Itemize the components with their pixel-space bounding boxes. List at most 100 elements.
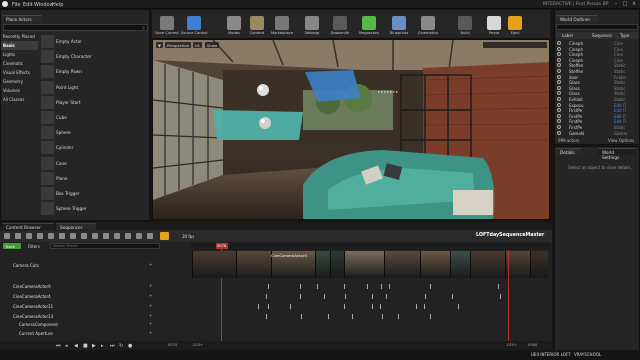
add-key-icon[interactable]: +: [149, 293, 152, 298]
keyframe[interactable]: [324, 294, 325, 299]
visibility-eye-icon[interactable]: [557, 63, 561, 68]
keyframe[interactable]: [458, 304, 459, 309]
track-row[interactable]: CameraComponent +: [1, 320, 161, 329]
shot-thumbnail[interactable]: [530, 251, 548, 278]
sequence-name[interactable]: LOFTdaySequenceMaster: [476, 233, 544, 238]
toolbar-blueprints-button[interactable]: Blueprints: [386, 16, 412, 38]
skip-forward-icon[interactable]: ⏭: [110, 343, 116, 349]
shot-thumbnail[interactable]: [344, 251, 384, 278]
column-type[interactable]: Type: [620, 33, 629, 38]
toolbar-settings-button[interactable]: Settings: [299, 16, 325, 38]
lock-icon[interactable]: [160, 232, 169, 240]
keyframe[interactable]: [382, 314, 383, 319]
column-sequence[interactable]: Sequence: [592, 33, 612, 38]
visibility-eye-icon[interactable]: [557, 97, 561, 101]
tab-world-outliner[interactable]: World Outliner: [556, 15, 598, 22]
frame-icon[interactable]: [125, 233, 131, 239]
keyframe[interactable]: [381, 284, 382, 289]
keyframe[interactable]: [268, 304, 269, 309]
keyframe[interactable]: [344, 284, 345, 289]
track-row[interactable]: CineCameraActor4 +: [1, 292, 161, 301]
shot-thumbnail[interactable]: [420, 251, 450, 278]
visibility-eye-icon[interactable]: [557, 52, 561, 57]
keyframe[interactable]: [380, 304, 381, 309]
reticle-icon[interactable]: [136, 233, 142, 239]
visibility-eye-icon[interactable]: [557, 74, 561, 79]
stop-icon[interactable]: ■: [83, 343, 89, 349]
play-reverse-icon[interactable]: ◀: [74, 343, 80, 349]
category-6[interactable]: Volumes: [1, 86, 38, 95]
visibility-eye-icon[interactable]: [557, 108, 561, 113]
visibility-eye-icon[interactable]: [557, 80, 561, 85]
key-icon[interactable]: [59, 233, 65, 239]
add-key-icon[interactable]: +: [149, 262, 152, 267]
view-options-button[interactable]: View Options: [608, 138, 634, 143]
add-key-icon[interactable]: +: [149, 330, 152, 335]
loop-icon[interactable]: ↻: [119, 343, 125, 349]
visibility-eye-icon[interactable]: [557, 119, 561, 124]
visibility-eye-icon[interactable]: [557, 57, 561, 62]
diamond-icon[interactable]: [70, 233, 76, 239]
place-actors-search-input[interactable]: ⌕: [3, 24, 148, 31]
keyframe[interactable]: [430, 314, 431, 319]
keyframe[interactable]: [258, 304, 259, 309]
camera-icon[interactable]: [26, 233, 32, 239]
column-label[interactable]: Label: [562, 33, 573, 38]
keyframe[interactable]: [268, 284, 269, 289]
unreal-logo-icon[interactable]: [2, 1, 8, 7]
keyframe[interactable]: [345, 294, 346, 299]
menu-window[interactable]: Window: [34, 2, 54, 8]
menu-edit[interactable]: Edit: [23, 2, 33, 8]
timeline-ruler[interactable]: [190, 243, 550, 250]
curve-icon[interactable]: [81, 233, 87, 239]
snap-icon[interactable]: [92, 233, 98, 239]
keyframe[interactable]: [266, 314, 267, 319]
visibility-eye-icon[interactable]: [557, 102, 561, 107]
keyframe[interactable]: [424, 304, 425, 309]
keyframe[interactable]: [372, 294, 373, 299]
settings-icon[interactable]: [147, 233, 153, 239]
viewport-snap-controls[interactable]: [483, 42, 547, 48]
toolbar-save-button[interactable]: Save Current: [154, 16, 180, 38]
tab-content-browser[interactable]: Content Browser: [2, 223, 54, 230]
category-3[interactable]: Cinematic: [1, 59, 38, 68]
keyframe[interactable]: [398, 314, 399, 319]
outliner-row[interactable]: GameN Gamer: [556, 130, 638, 136]
keyframe[interactable]: [416, 304, 417, 309]
track-row[interactable]: Current Aperture +: [1, 329, 161, 338]
shot-thumbnail[interactable]: [470, 251, 505, 278]
end-time[interactable]: -010+: [506, 343, 517, 347]
tab-details[interactable]: Details: [556, 148, 582, 155]
start-frame[interactable]: 0070: [168, 343, 177, 347]
keyframe[interactable]: [372, 304, 373, 309]
loop-icon[interactable]: [103, 233, 109, 239]
keyframe[interactable]: [500, 294, 501, 299]
category-4[interactable]: Visual Effects: [1, 68, 38, 77]
visibility-eye-icon[interactable]: [557, 130, 561, 135]
outliner-search-input[interactable]: [556, 24, 638, 30]
current-frame-marker[interactable]: 0078: [216, 243, 228, 249]
visibility-eye-icon[interactable]: [557, 69, 561, 73]
visibility-eye-icon[interactable]: [557, 91, 561, 96]
toolbar-marketplace-button[interactable]: Marketplace: [269, 16, 295, 38]
shot-thumbnail[interactable]: [330, 251, 344, 278]
keyframe[interactable]: [300, 284, 301, 289]
minimize-icon[interactable]: –: [612, 1, 620, 7]
level-viewport[interactable]: ▼ Perspective Lit Show: [152, 39, 550, 220]
step-back-icon[interactable]: ◂: [65, 343, 71, 349]
shot-thumbnail[interactable]: [315, 251, 330, 278]
toolbar-content-button[interactable]: Content: [244, 16, 270, 38]
keyframe[interactable]: [344, 304, 345, 309]
end-frame[interactable]: 0960: [528, 343, 537, 347]
search-tracks-input[interactable]: Search Tracks: [50, 243, 160, 249]
actor-item[interactable]: Sphere Trigger: [40, 201, 148, 218]
lit-button[interactable]: Lit: [193, 42, 202, 48]
visibility-eye-icon[interactable]: [557, 113, 561, 118]
track-row[interactable]: CineCameraActor9 +: [1, 282, 161, 291]
keyframe[interactable]: [386, 294, 387, 299]
keyframe[interactable]: [301, 314, 302, 319]
visibility-eye-icon[interactable]: [557, 41, 561, 45]
toolbar-eject-button[interactable]: Eject: [502, 16, 528, 38]
step-forward-icon[interactable]: ▸: [101, 343, 107, 349]
shot-thumbnail[interactable]: [236, 251, 271, 278]
